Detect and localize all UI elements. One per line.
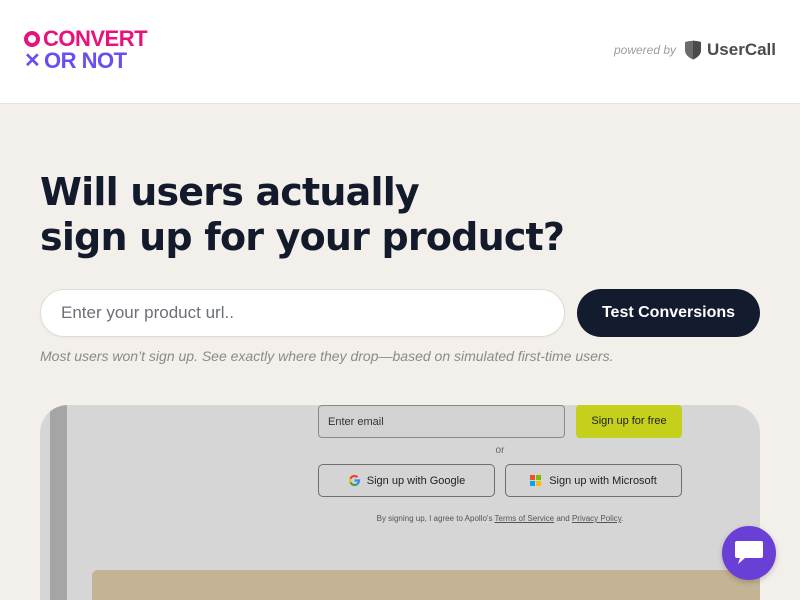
logo-text-2: OR NOT [44,48,127,73]
preview-google-label: Sign up with Google [366,474,466,487]
hero-subtext: Most users won’t sign up. See exactly wh… [40,348,614,364]
signup-preview-card: Enter email Sign up for free or Sign up … [40,405,760,600]
x-mark-icon: ✕ [24,50,41,72]
chat-launcher-button[interactable] [722,526,776,580]
preview-email-field: Enter email [318,405,565,438]
usercall-brand: UserCall [707,40,776,59]
headline-line-1: Will users actually [40,170,420,214]
preview-side-rail [50,405,67,600]
site-header: CONVERT ✕ OR NOT powered by UserCall [0,0,800,104]
logo-line-2: ✕ OR NOT [24,48,147,73]
product-url-input[interactable] [40,289,565,337]
terms-of-service-link: Terms of Service [494,514,555,523]
logo-text-1: CONVERT [43,26,148,51]
terms-suffix: . [621,514,624,523]
circle-o-icon [24,31,40,47]
usercall-shield-icon [685,40,702,60]
google-icon [348,474,360,487]
powered-by-text: powered by [613,43,677,57]
terms-prefix: By signing up, I agree to Apollo's [376,514,493,523]
headline-line-2: sign up for your product? [40,215,565,259]
convert-or-not-logo[interactable]: CONVERT ✕ OR NOT [24,26,148,73]
microsoft-icon [530,474,542,487]
logo-line-1: CONVERT [24,26,148,51]
hero-headline: Will users actually sign up for your pro… [40,170,565,260]
powered-by[interactable]: powered by UserCall [614,40,776,60]
preview-image-block [92,570,760,600]
preview-signup-button: Sign up for free [576,405,682,438]
preview-microsoft-button: Sign up with Microsoft [505,464,682,497]
chat-bubble-icon [735,541,763,564]
privacy-policy-link: Privacy Policy [571,514,622,523]
test-conversions-button[interactable]: Test Conversions [577,289,760,337]
terms-and: and [556,514,570,523]
preview-microsoft-label: Sign up with Microsoft [549,474,657,487]
preview-or-divider: or [495,445,505,456]
preview-google-button: Sign up with Google [318,464,495,497]
preview-terms-text: By signing up, I agree to Apollo's Terms… [318,514,682,523]
